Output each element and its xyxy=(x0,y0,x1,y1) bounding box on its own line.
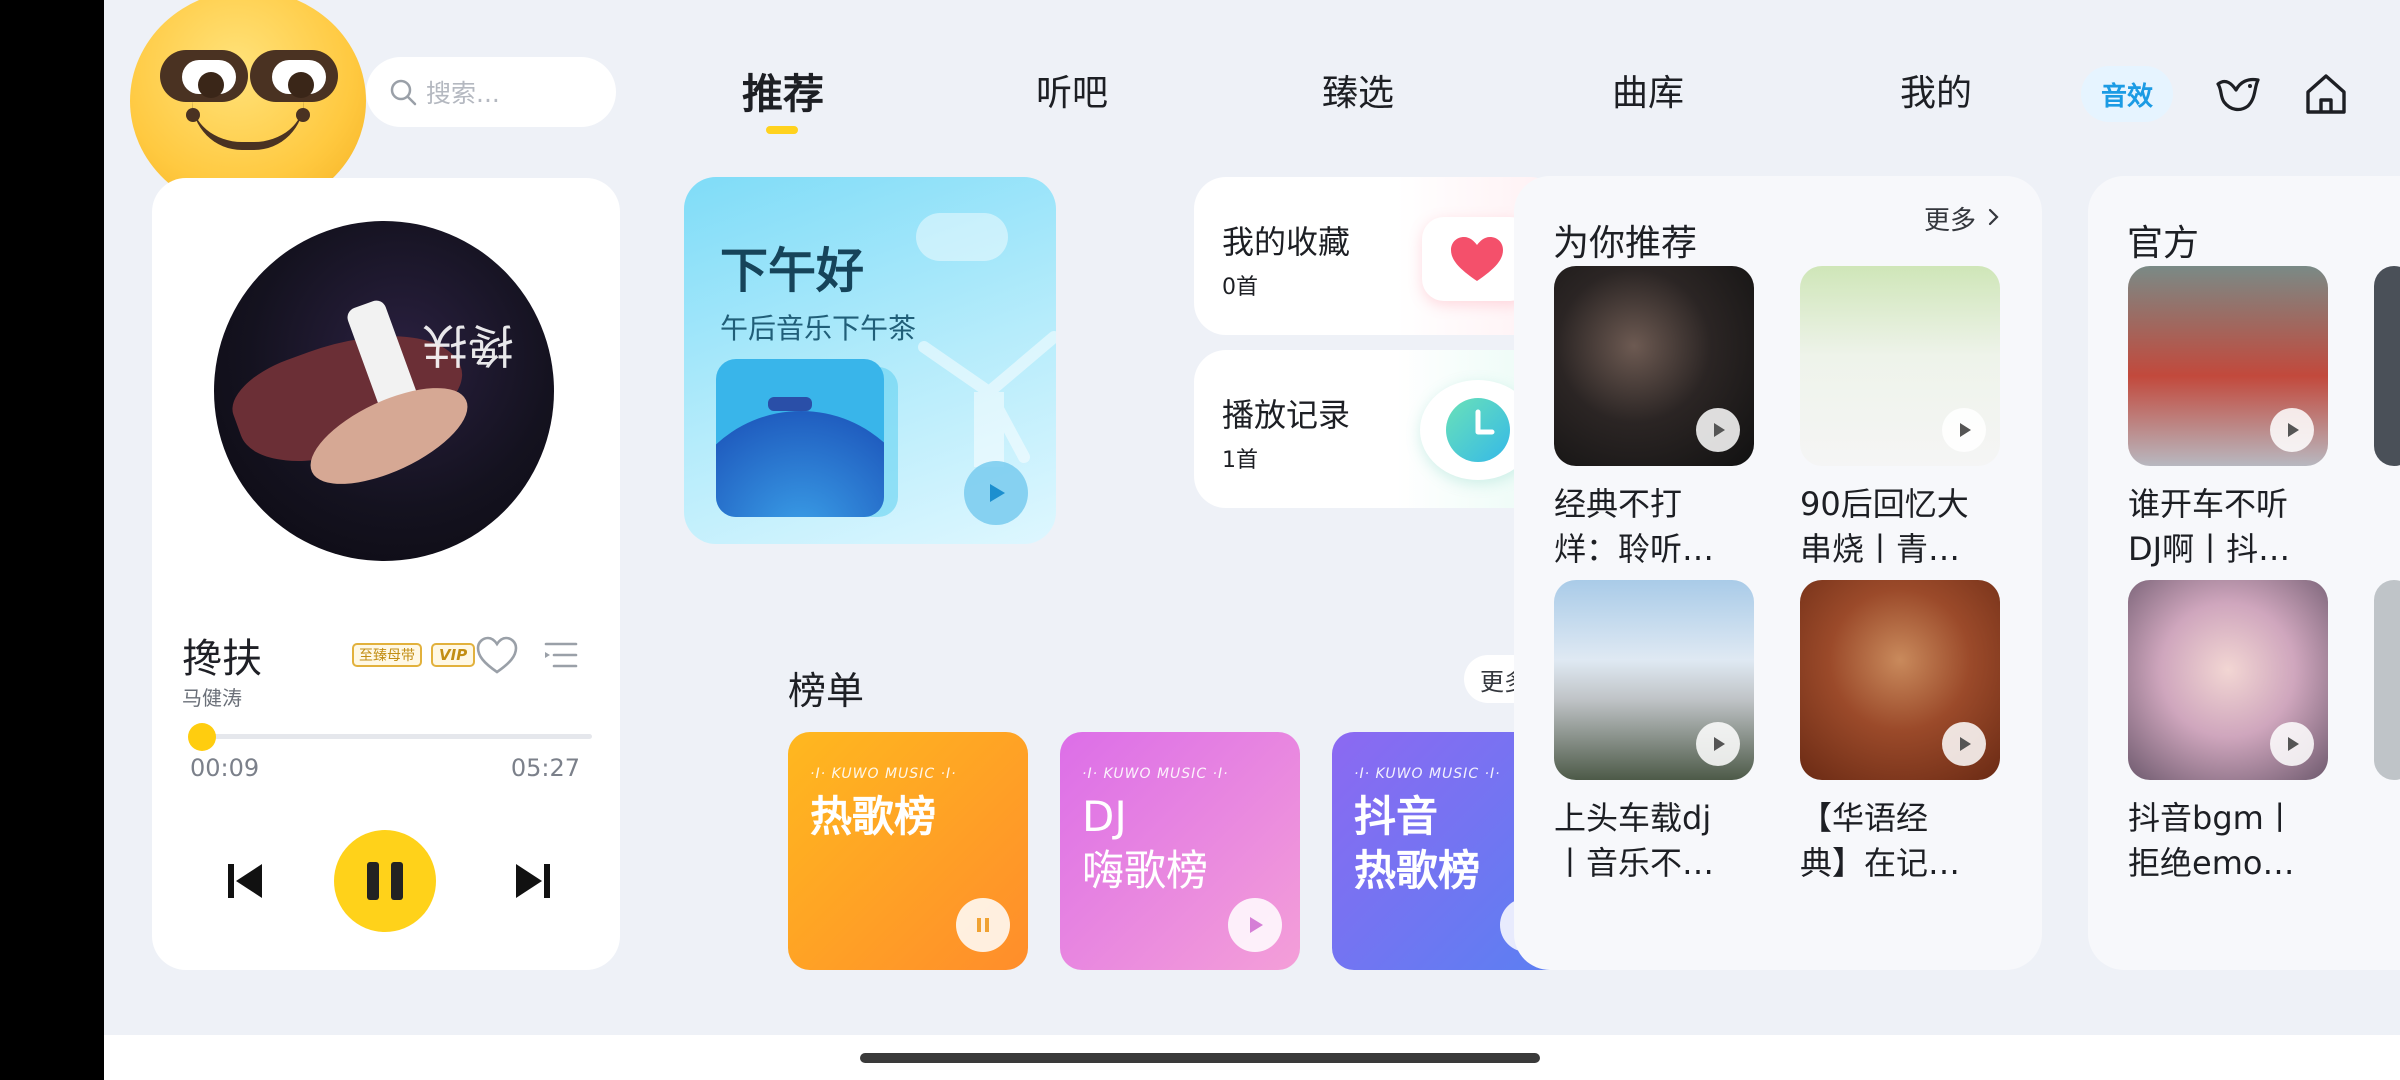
chart-pause-button[interactable] xyxy=(956,898,1010,952)
official-item[interactable]: 抖音bgm丨 拒绝emo… xyxy=(2128,580,2328,886)
chart-name: 热歌榜 xyxy=(810,792,937,841)
play-button[interactable] xyxy=(1696,408,1740,452)
official-thumbnail-partial[interactable] xyxy=(2374,266,2400,466)
current-time: 00:09 xyxy=(190,754,260,782)
play-button[interactable] xyxy=(2270,722,2314,766)
recommend-more-button[interactable]: 更多 xyxy=(1924,200,2002,237)
chart-name: DJ 嗨歌榜 xyxy=(1082,792,1209,895)
chart-play-button[interactable] xyxy=(1228,898,1282,952)
album-cover[interactable]: 搀扶 xyxy=(214,221,554,561)
sound-effect-button[interactable]: 音效 xyxy=(2081,66,2173,122)
favorites-card[interactable]: 我的收藏 0首 xyxy=(1194,177,1562,335)
official-caption: 抖音bgm丨 拒绝emo… xyxy=(2128,799,2296,882)
official-title: 官方 xyxy=(2127,223,2200,264)
recommend-title: 为你推荐 xyxy=(1553,223,1698,264)
recommend-caption: 经典不打 烊：聆听… xyxy=(1554,485,1715,568)
cloud-decoration xyxy=(916,213,1008,261)
kuwo-brand-label: ·I· KUWO MUSIC ·I· xyxy=(1082,766,1229,782)
play-icon xyxy=(2288,423,2299,437)
play-button[interactable] xyxy=(1696,722,1740,766)
play-icon xyxy=(1960,737,1971,751)
chart-dj[interactable]: ·I· KUWO MUSIC ·I· DJ 嗨歌榜 xyxy=(1060,732,1300,970)
recommend-caption: 90后回忆大 串烧丨青… xyxy=(1800,485,1969,568)
pause-button[interactable] xyxy=(334,830,436,932)
play-icon xyxy=(1250,917,1263,933)
main-tabs: 推荐 听吧 臻选 曲库 我的 xyxy=(104,58,2400,148)
progress-bar[interactable] xyxy=(190,734,592,739)
tab-curated[interactable]: 臻选 xyxy=(1322,64,1394,116)
recommend-item[interactable]: 上头车载dj 丨音乐不… xyxy=(1554,580,1754,886)
official-thumbnail-partial[interactable] xyxy=(2374,580,2400,780)
greeting-subtitle: 午后音乐下午茶 xyxy=(720,312,917,345)
home-indicator[interactable] xyxy=(860,1053,1540,1063)
windmill-decoration xyxy=(918,331,1056,467)
recommend-thumbnail xyxy=(1800,266,2000,466)
play-button[interactable] xyxy=(2270,408,2314,452)
recommend-thumbnail xyxy=(1554,266,1754,466)
greeting-title: 下午好 xyxy=(720,243,865,299)
play-button[interactable] xyxy=(1942,722,1986,766)
favorites-title: 我的收藏 xyxy=(1222,223,1351,261)
music-app: 搜索... 推荐 听吧 臻选 曲库 我的 音效 搀扶 搀扶 马健涛 至臻母带 V… xyxy=(104,0,2400,1035)
now-playing-card: 搀扶 搀扶 马健涛 至臻母带 VIP 00:09 05:27 xyxy=(152,178,620,970)
pause-icon xyxy=(977,918,989,932)
bird-icon[interactable] xyxy=(2212,68,2264,120)
total-time: 05:27 xyxy=(510,754,580,782)
active-tab-indicator xyxy=(766,126,798,134)
tab-mine[interactable]: 我的 xyxy=(1900,64,1972,116)
play-icon xyxy=(1960,423,1971,437)
tab-library[interactable]: 曲库 xyxy=(1612,64,1684,116)
recommend-item[interactable]: 【华语经 典】在记… xyxy=(1800,580,2000,886)
official-thumbnail xyxy=(2128,580,2328,780)
recommend-caption: 上头车载dj 丨音乐不… xyxy=(1554,799,1715,882)
tab-recommend[interactable]: 推荐 xyxy=(742,60,824,120)
play-icon xyxy=(1714,737,1725,751)
previous-track-icon[interactable] xyxy=(222,858,268,904)
history-count: 1首 xyxy=(1222,448,1258,473)
recommend-item[interactable]: 经典不打 烊：聆听… xyxy=(1554,266,1754,572)
favorites-count: 0首 xyxy=(1222,275,1258,300)
favorite-heart-icon[interactable] xyxy=(474,633,520,679)
recommend-more-label: 更多 xyxy=(1924,206,1977,236)
greeting-play-button[interactable] xyxy=(964,461,1028,525)
recommend-caption: 【华语经 典】在记… xyxy=(1800,799,1961,882)
history-title: 播放记录 xyxy=(1222,396,1351,434)
recommend-thumbnail xyxy=(1554,580,1754,780)
clock-icon xyxy=(1446,398,1510,462)
song-artist[interactable]: 马健涛 xyxy=(182,682,242,711)
kuwo-brand-label: ·I· KUWO MUSIC ·I· xyxy=(810,766,957,782)
chart-name: 抖音 热歌榜 xyxy=(1354,792,1481,895)
next-track-icon[interactable] xyxy=(510,858,556,904)
cover-art-lettering: 搀扶 xyxy=(422,318,514,372)
play-icon xyxy=(990,484,1005,502)
play-button[interactable] xyxy=(1942,408,1986,452)
heart-icon xyxy=(1451,237,1503,281)
song-title: 搀扶 xyxy=(182,636,262,682)
master-quality-badge[interactable]: 至臻母带 xyxy=(352,643,422,667)
chevron-right-icon xyxy=(1989,208,1999,226)
official-item[interactable]: 谁开车不听 DJ啊丨抖… xyxy=(2128,266,2328,572)
recommend-item[interactable]: 90后回忆大 串烧丨青… xyxy=(1800,266,2000,572)
vip-badge[interactable]: VIP xyxy=(431,643,476,667)
recommend-thumbnail xyxy=(1800,580,2000,780)
home-icon[interactable] xyxy=(2300,68,2352,120)
official-caption: 谁开车不听 DJ啊丨抖… xyxy=(2128,485,2291,568)
progress-thumb[interactable] xyxy=(188,723,217,751)
greeting-card[interactable]: 下午好 午后音乐下午茶 xyxy=(684,177,1056,544)
charts-heading: 榜单 xyxy=(788,669,865,713)
greeting-artwork xyxy=(716,359,884,517)
kuwo-brand-label: ·I· KUWO MUSIC ·I· xyxy=(1354,766,1501,782)
official-thumbnail xyxy=(2128,266,2328,466)
playlist-icon[interactable] xyxy=(540,634,582,676)
tab-listen[interactable]: 听吧 xyxy=(1036,64,1108,116)
play-icon xyxy=(2288,737,2299,751)
play-icon xyxy=(1714,423,1725,437)
play-history-card[interactable]: 播放记录 1首 xyxy=(1194,350,1562,508)
chart-hot-songs[interactable]: ·I· KUWO MUSIC ·I· 热歌榜 xyxy=(788,732,1028,970)
